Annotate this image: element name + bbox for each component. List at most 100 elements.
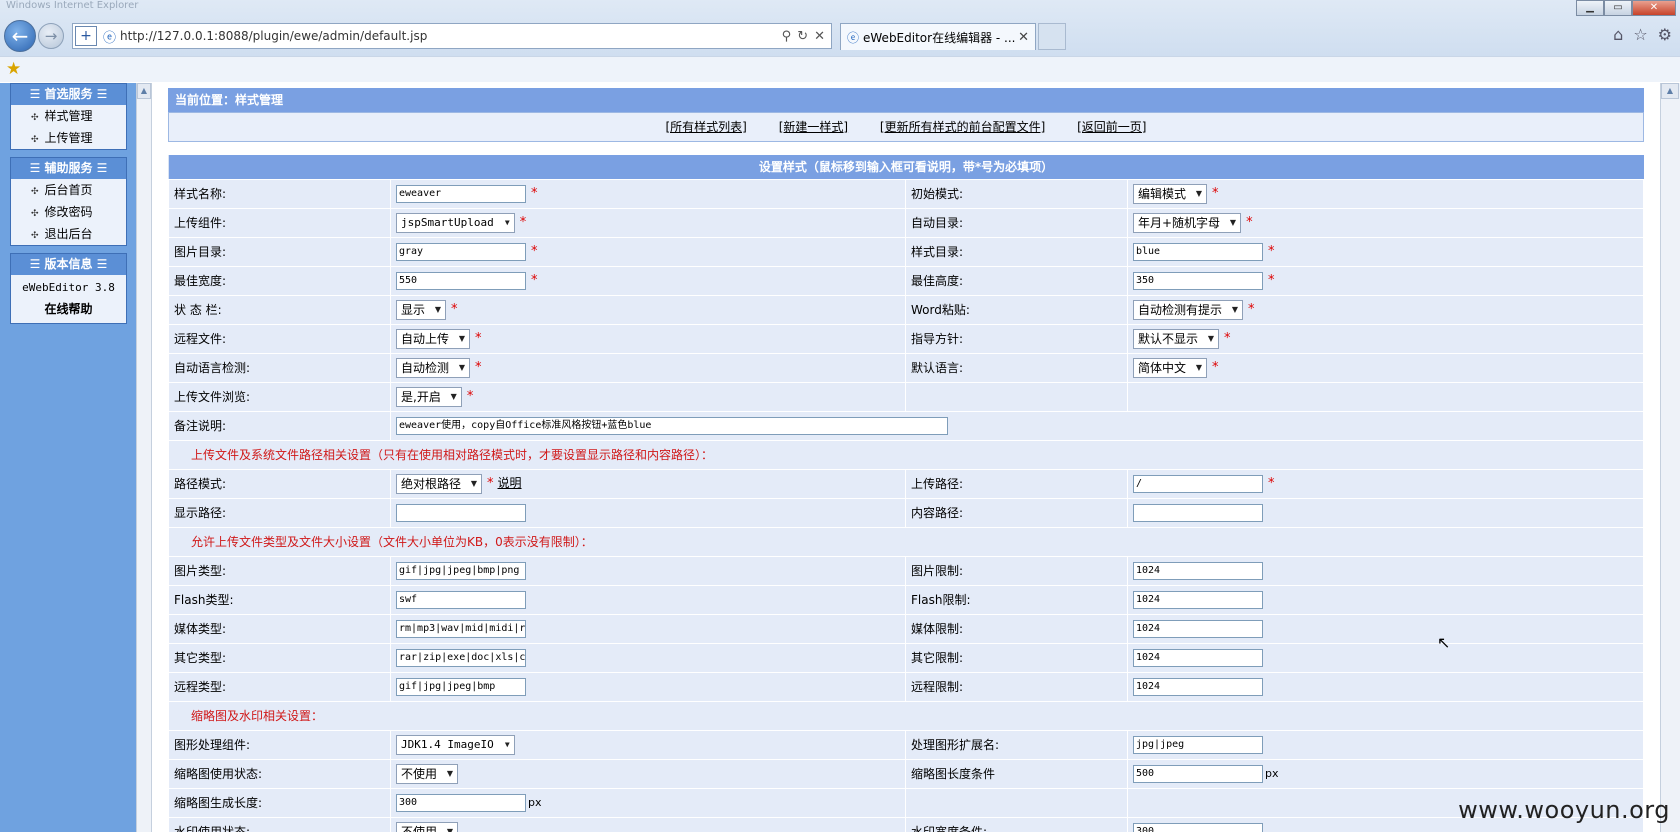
image-types-input[interactable]: gif|jpg|jpeg|bmp|png xyxy=(396,561,526,580)
best-width-input[interactable]: 550 xyxy=(396,271,526,290)
field-label: 上传路径: xyxy=(905,468,1128,499)
remote-types-input[interactable]: gif|jpg|jpeg|bmp xyxy=(396,677,526,696)
field-label: 自动目录: xyxy=(905,207,1128,238)
field-label: 媒体类型: xyxy=(168,613,391,644)
home-icon[interactable]: ⌂ xyxy=(1613,25,1623,44)
browser-tab[interactable]: ⓔ eWebEditor在线编辑器 - ... ✕ xyxy=(840,23,1036,50)
required-mark: * xyxy=(1268,476,1275,491)
sidebar-item-change-password[interactable]: ✣ 修改密码 xyxy=(11,201,126,223)
url-text[interactable]: http://127.0.0.1:8088/plugin/ewe/admin/d… xyxy=(120,29,782,43)
refresh-icon[interactable]: ↻ xyxy=(797,29,808,44)
remote-limit-input[interactable]: 1024 xyxy=(1133,677,1263,696)
other-limit-input[interactable]: 1024 xyxy=(1133,648,1263,667)
section-file-types: 允许上传文件类型及文件大小设置（文件大小单位为KB，0表示没有限制）： xyxy=(168,526,1644,557)
minimize-button[interactable]: ▁ xyxy=(1576,0,1604,16)
upload-browse-select[interactable]: 是,开启 xyxy=(396,386,462,407)
back-button[interactable]: ← xyxy=(4,20,36,52)
favorites-star-icon[interactable]: ☆ xyxy=(1633,25,1647,44)
sidebar-scrollbar[interactable]: ▲ xyxy=(136,83,152,832)
image-dir-input[interactable]: gray xyxy=(396,242,526,261)
bullet-icon: ✣ xyxy=(31,135,39,145)
path-mode-explain-link[interactable]: 说明 xyxy=(498,476,522,490)
watermark-status-select[interactable]: 不使用 xyxy=(396,821,459,832)
section-path-settings: 上传文件及系统文件路径相关设置（只有在使用相对路径模式时，才要设置显示路径和内容… xyxy=(168,439,1644,470)
sidebar-item-style-manage[interactable]: ✣ 样式管理 xyxy=(11,105,126,127)
tab-close-icon[interactable]: ✕ xyxy=(1018,30,1029,45)
online-help-link[interactable]: 在线帮助 xyxy=(11,298,126,320)
flash-types-input[interactable]: swf xyxy=(396,590,526,609)
scroll-up-icon[interactable]: ▲ xyxy=(137,83,151,99)
version-text: eWebEditor 3.8 xyxy=(22,281,115,294)
flash-limit-input[interactable]: 1024 xyxy=(1133,590,1263,609)
address-bar[interactable]: + ⓔ http://127.0.0.1:8088/plugin/ewe/adm… xyxy=(72,23,832,49)
forward-button[interactable]: → xyxy=(38,23,64,49)
sidebar-item-admin-home[interactable]: ✣ 后台首页 xyxy=(11,179,126,201)
required-mark: * xyxy=(531,244,538,259)
stop-icon[interactable]: ✕ xyxy=(814,29,825,44)
link-new-style[interactable]: [新建一样式] xyxy=(779,120,848,134)
form-header: 设置样式（鼠标移到输入框可看说明，带*号为必填项） xyxy=(168,155,1644,179)
guidelines-select[interactable]: 默认不显示 xyxy=(1133,328,1220,349)
compat-view-icon[interactable]: + xyxy=(75,26,97,46)
upload-path-input[interactable]: / xyxy=(1133,474,1263,493)
required-mark: * xyxy=(466,389,474,404)
image-limit-input[interactable]: 1024 xyxy=(1133,561,1263,580)
watermark: www.wooyun.org xyxy=(1458,796,1670,824)
init-mode-select[interactable]: 编辑模式 xyxy=(1133,183,1208,204)
link-update-config[interactable]: [更新所有样式的前台配置文件] xyxy=(880,120,1045,134)
remark-input[interactable]: eweaver使用，copy自Office标准风格按钮+蓝色blue xyxy=(396,416,948,435)
other-types-input[interactable]: rar|zip|exe|doc|xls|c xyxy=(396,648,526,667)
action-links: [所有样式列表] [新建一样式] [更新所有样式的前台配置文件] [返回前一页] xyxy=(168,112,1644,142)
word-paste-select[interactable]: 自动检测有提示 xyxy=(1133,299,1244,320)
table-row: 水印使用状态: 不使用 水印宽度条件: 300 xyxy=(168,816,1644,832)
required-mark: * xyxy=(475,360,482,375)
path-mode-select[interactable]: 绝对根路径 xyxy=(396,473,483,494)
add-favorite-icon[interactable]: ★ xyxy=(6,59,21,79)
display-path-input[interactable] xyxy=(396,503,526,522)
maximize-button[interactable]: ▭ xyxy=(1604,0,1632,16)
style-dir-input[interactable]: blue xyxy=(1133,242,1263,261)
thumbnail-status-select[interactable]: 不使用 xyxy=(396,763,459,784)
image-component-select[interactable]: JDK1.4 ImageIO xyxy=(396,734,515,755)
tab-title: eWebEditor在线编辑器 - ... xyxy=(863,30,1016,45)
style-name-input[interactable]: eweaver xyxy=(396,184,526,203)
window-close-button[interactable]: ✕ xyxy=(1632,0,1676,16)
upload-component-select[interactable]: jspSmartUpload xyxy=(396,212,515,233)
link-back[interactable]: [返回前一页] xyxy=(1077,120,1146,134)
content-path-input[interactable] xyxy=(1133,503,1263,522)
new-tab-button[interactable] xyxy=(1038,23,1066,50)
media-limit-input[interactable]: 1024 xyxy=(1133,619,1263,638)
required-mark: * xyxy=(487,476,494,491)
field-label: 其它类型: xyxy=(168,642,391,673)
default-lang-select[interactable]: 简体中文 xyxy=(1133,357,1208,378)
link-all-styles[interactable]: [所有样式列表] xyxy=(666,120,747,134)
table-row: 远程文件: 自动上传 * 指导方针: 默认不显示 * xyxy=(168,323,1644,354)
search-icon[interactable]: ⚲ xyxy=(782,29,792,44)
table-row: 上传组件: jspSmartUpload * 自动目录: 年月+随机字母 * xyxy=(168,207,1644,238)
table-row: 图片类型: gif|jpg|jpeg|bmp|png 图片限制: 1024 xyxy=(168,555,1644,586)
auto-dir-select[interactable]: 年月+随机字母 xyxy=(1133,212,1242,233)
sidebar-item-upload-manage[interactable]: ✣ 上传管理 xyxy=(11,127,126,149)
field-label: 上传组件: xyxy=(168,207,391,238)
gear-icon[interactable]: ⚙ xyxy=(1658,25,1672,44)
favorites-bar: ★ xyxy=(0,56,1680,82)
auto-lang-select[interactable]: 自动检测 xyxy=(396,357,471,378)
menu-head-preferred: ☰ 首选服务 ☰ xyxy=(11,84,126,105)
required-mark: * xyxy=(531,273,538,288)
thumbnail-length-cond-input[interactable]: 500 xyxy=(1133,764,1263,783)
bullet-icon: ✣ xyxy=(31,187,39,197)
sidebar-item-logout[interactable]: ✣ 退出后台 xyxy=(11,223,126,245)
thumbnail-gen-length-input[interactable]: 300 xyxy=(396,793,526,812)
best-height-input[interactable]: 350 xyxy=(1133,271,1263,290)
status-bar-select[interactable]: 显示 xyxy=(396,299,447,320)
remote-file-select[interactable]: 自动上传 xyxy=(396,328,471,349)
media-types-input[interactable]: rm|mp3|wav|mid|midi|r xyxy=(396,619,526,638)
image-ext-input[interactable]: jpg|jpeg xyxy=(1133,735,1263,754)
ie-tab-icon: ⓔ xyxy=(847,30,860,45)
field-label: 远程类型: xyxy=(168,671,391,702)
watermark-width-cond-input[interactable]: 300 xyxy=(1133,822,1263,832)
scroll-up-icon[interactable]: ▲ xyxy=(1661,83,1679,99)
page-scrollbar[interactable]: ▲ xyxy=(1660,83,1680,832)
table-row: 其它类型: rar|zip|exe|doc|xls|c 其它限制: 1024 xyxy=(168,642,1644,673)
menu-head-auxiliary: ☰ 辅助服务 ☰ xyxy=(11,158,126,179)
